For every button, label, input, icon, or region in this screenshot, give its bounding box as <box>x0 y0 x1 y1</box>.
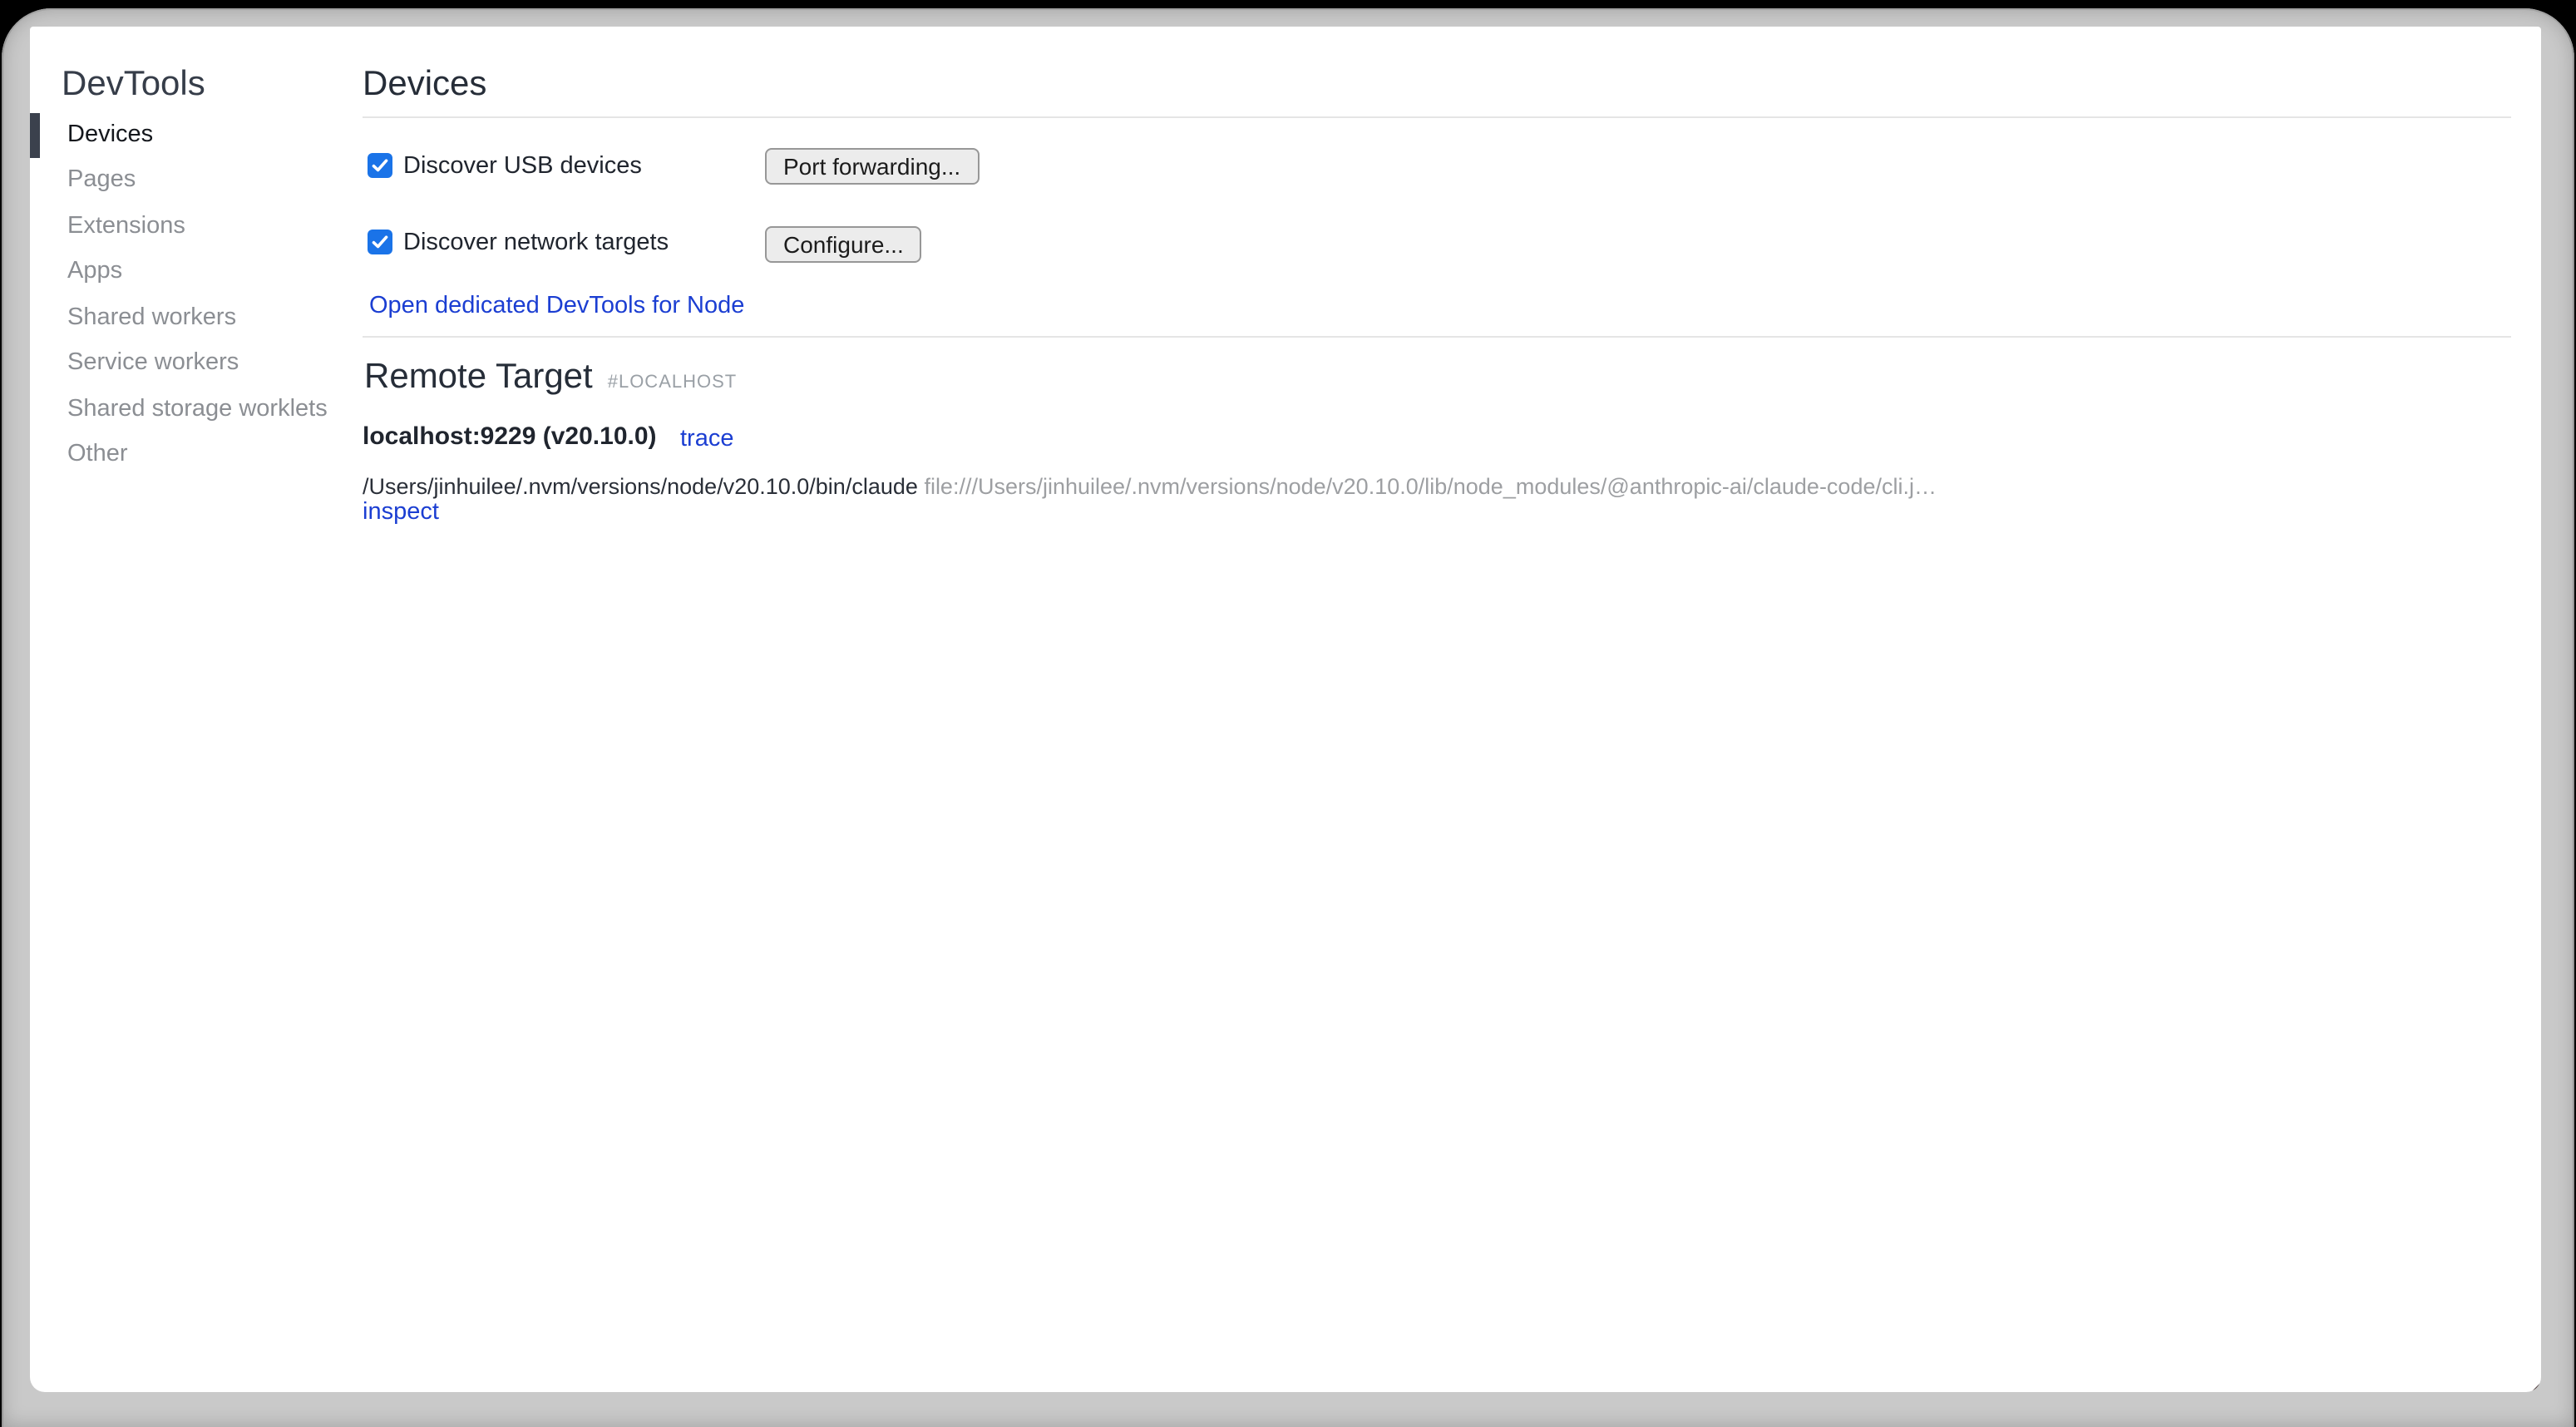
trace-link[interactable]: trace <box>680 426 734 452</box>
localhost-tag: #LOCALHOST <box>608 373 738 393</box>
inspect-link[interactable]: inspect <box>363 498 439 525</box>
sidebar-item-other[interactable]: Other <box>67 432 367 478</box>
discover-usb-label: Discover USB devices <box>403 152 642 179</box>
sidebar-item-shared-workers[interactable]: Shared workers <box>67 295 367 341</box>
process-path: /Users/jinhuilee/.nvm/versions/node/v20.… <box>363 474 918 499</box>
discover-network-checkbox[interactable] <box>368 230 392 254</box>
window-frame: DevTools DevicesPagesExtensionsAppsShare… <box>2 8 2574 1427</box>
target-path-row: /Users/jinhuilee/.nvm/versions/node/v20.… <box>363 474 1937 499</box>
discover-network-label: Discover network targets <box>403 229 669 255</box>
sidebar-nav: DevicesPagesExtensionsAppsShared workers… <box>67 112 367 478</box>
sidebar-item-extensions[interactable]: Extensions <box>67 204 367 249</box>
sidebar-item-service-workers[interactable]: Service workers <box>67 341 367 387</box>
devtools-inspect-page: DevTools DevicesPagesExtensionsAppsShare… <box>30 27 2541 1392</box>
discover-usb-checkbox[interactable] <box>368 153 392 178</box>
target-name: localhost:9229 (v20.10.0) <box>363 424 657 451</box>
sidebar-item-apps[interactable]: Apps <box>67 249 367 295</box>
sidebar-item-pages[interactable]: Pages <box>67 158 367 204</box>
divider <box>363 116 2511 118</box>
open-node-devtools-link[interactable]: Open dedicated DevTools for Node <box>369 293 744 319</box>
sidebar-item-shared-storage-worklets[interactable]: Shared storage worklets <box>67 387 367 432</box>
checkmark-icon <box>371 233 389 251</box>
devtools-title: DevTools <box>62 63 205 105</box>
file-url: file:///Users/jinhuilee/.nvm/versions/no… <box>924 474 1937 499</box>
selected-item-indicator <box>30 112 40 158</box>
port-forwarding-button[interactable]: Port forwarding... <box>765 148 979 185</box>
sidebar-item-devices[interactable]: Devices <box>67 112 367 158</box>
screen: DevTools DevicesPagesExtensionsAppsShare… <box>0 0 2576 1427</box>
configure-button[interactable]: Configure... <box>765 225 922 262</box>
page-title: Devices <box>363 63 486 105</box>
divider <box>363 336 2511 338</box>
checkmark-icon <box>371 156 389 175</box>
remote-target-header: Remote Target #LOCALHOST <box>364 356 737 397</box>
resize-grip-icon[interactable] <box>2531 1382 2541 1392</box>
remote-target-heading: Remote Target <box>364 356 593 397</box>
